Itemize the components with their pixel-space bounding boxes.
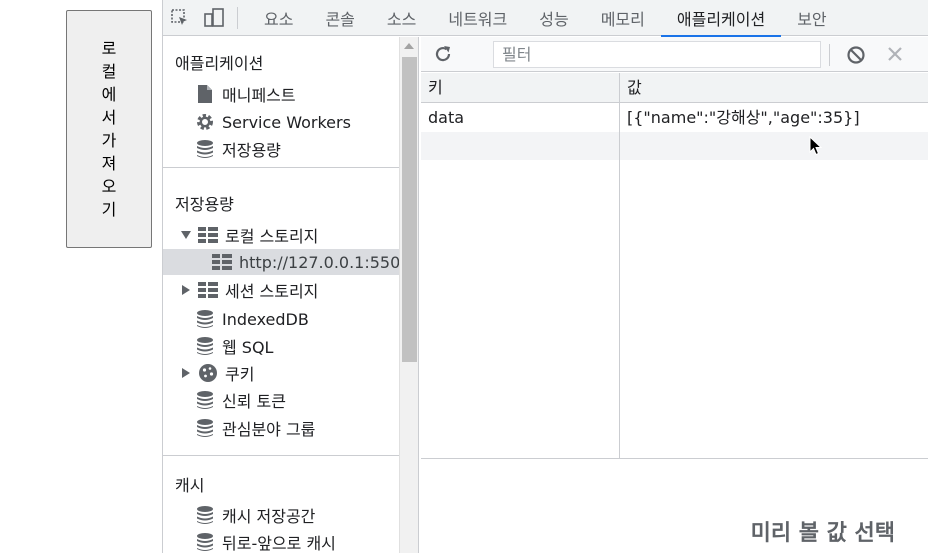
storage-main-panel: 키 값 data [{"name":"강해상","age":35}] 미리 볼 … (421, 37, 928, 553)
table-header: 키 값 (421, 73, 928, 103)
table-grid-icon (198, 225, 218, 245)
sidebar-item-label: 관심분야 그룹 (222, 420, 316, 439)
sidebar-item-label: 로컬 스토리지 (225, 227, 319, 246)
tab-4[interactable]: 성능 (523, 0, 584, 36)
sidebar-item-service-workers[interactable]: Service Workers (163, 109, 399, 135)
sidebar-scrollbar[interactable] (399, 37, 419, 553)
database-icon (195, 336, 215, 356)
clear-all-icon[interactable] (846, 45, 866, 69)
scroll-up-arrow-icon[interactable] (404, 43, 414, 49)
devtools-panel: 요소 콘솔 소스 네트워크 성능 메모리 애플리케이션 보안 애플리케이션 매니페스트 Ser… (162, 0, 928, 553)
table-grid-icon (198, 280, 218, 300)
toolbar-divider (237, 6, 238, 29)
sidebar-item-cache-storage[interactable]: 캐시 저장공간 (163, 502, 399, 528)
delete-selected-icon[interactable] (886, 45, 904, 67)
tab-7[interactable]: 보안 (781, 0, 842, 36)
column-header-value[interactable]: 값 (620, 73, 928, 103)
sidebar-item-label: 저장용량 (222, 141, 281, 160)
storage-table: 키 값 data [{"name":"강해상","age":35}] (421, 73, 928, 459)
table-row-empty[interactable] (421, 132, 928, 160)
tab-list: 요소 콘솔 소스 네트워크 성능 메모리 애플리케이션 보안 (248, 0, 843, 37)
tab-0[interactable]: 요소 (248, 0, 309, 36)
application-section-header: 애플리케이션 (175, 54, 264, 73)
sidebar-item-label: Service Workers (222, 112, 351, 132)
table-grid-icon (212, 252, 232, 272)
load-button-char: 가 (101, 131, 117, 150)
sidebar-item-label: 쿠키 (225, 365, 255, 384)
preview-placeholder: 미리 볼 값 선택 (750, 521, 895, 546)
row-key[interactable]: data (421, 104, 619, 132)
section-divider (163, 167, 399, 168)
database-icon (195, 505, 215, 525)
storage-toolbar (421, 37, 928, 72)
sidebar-item-label: 신뢰 토큰 (222, 392, 286, 411)
sidebar-item-interest-groups[interactable]: 관심분야 그룹 (163, 415, 399, 441)
tab-5[interactable]: 메모리 (585, 0, 661, 36)
inspect-element-icon[interactable] (163, 0, 197, 36)
sidebar-item-local-storage[interactable]: 로컬 스토리지 (163, 222, 399, 248)
tab-1[interactable]: 콘솔 (309, 0, 370, 36)
load-button-char: 에 (101, 85, 117, 104)
storage-section-header: 저장용량 (175, 195, 234, 214)
devtools-tabbar: 요소 콘솔 소스 네트워크 성능 메모리 애플리케이션 보안 (163, 0, 928, 37)
sidebar-item-label: 뒤로-앞으로 캐시 (222, 534, 336, 553)
sidebar-item-label: 캐시 저장공간 (222, 507, 316, 526)
load-button-char: 로 (101, 39, 117, 58)
database-icon (195, 390, 215, 410)
sidebar-item-label: 세션 스토리지 (225, 282, 319, 301)
tab-6[interactable]: 애플리케이션 (660, 0, 782, 37)
sidebar-item-trust-tokens[interactable]: 신뢰 토큰 (163, 387, 399, 413)
section-divider (163, 455, 399, 456)
load-button-char: 기 (101, 200, 117, 219)
filter-input[interactable] (493, 41, 821, 68)
device-toolbar-icon[interactable] (197, 0, 231, 36)
sidebar-item-web-sql[interactable]: 웹 SQL (163, 333, 399, 359)
row-value[interactable]: [{"name":"강해상","age":35}] (620, 104, 928, 132)
cache-section-header: 캐시 (175, 476, 205, 495)
mouse-cursor-icon (809, 135, 823, 160)
load-button-char: 서 (101, 108, 117, 127)
triangle-right-icon[interactable] (180, 367, 192, 379)
file-icon (195, 84, 215, 104)
sidebar-item-local-storage-origin[interactable]: http://127.0.0.1:5502 (163, 249, 399, 275)
database-icon (195, 139, 215, 159)
column-divider (619, 73, 620, 459)
table-row[interactable]: data [{"name":"강해상","age":35}] (421, 104, 928, 132)
tab-3[interactable]: 네트워크 (432, 0, 523, 36)
sidebar-item-label: IndexedDB (222, 309, 309, 329)
sidebar-item-manifest[interactable]: 매니페스트 (163, 81, 399, 107)
sidebar-item-label: 웹 SQL (222, 338, 274, 357)
database-icon (195, 418, 215, 438)
load-from-local-button[interactable]: 로컬에서가져오기 (66, 10, 152, 248)
sidebar-item-label: 매니페스트 (222, 86, 296, 105)
triangle-right-icon[interactable] (180, 284, 192, 296)
sidebar-item-session-storage[interactable]: 세션 스토리지 (163, 277, 399, 303)
sidebar-item-storage[interactable]: 저장용량 (163, 136, 399, 162)
sidebar-item-label: http://127.0.0.1:5502 (239, 252, 399, 272)
database-icon (195, 309, 215, 329)
sidebar-item-cookies[interactable]: 쿠키 (163, 360, 399, 386)
sidebar-item-indexeddb[interactable]: IndexedDB (163, 306, 399, 332)
cookie-icon (198, 363, 218, 383)
tab-2[interactable]: 소스 (371, 0, 432, 36)
database-icon (195, 532, 215, 552)
load-button-char: 컬 (101, 62, 117, 81)
toolbar-divider (829, 44, 830, 66)
refresh-icon[interactable] (433, 44, 453, 68)
load-button-char: 오 (101, 177, 117, 196)
scrollbar-thumb[interactable] (402, 57, 417, 362)
load-button-char: 져 (101, 154, 117, 173)
triangle-down-icon[interactable] (180, 229, 192, 241)
gear-icon (195, 112, 215, 132)
column-header-key[interactable]: 키 (421, 73, 619, 103)
application-sidebar: 애플리케이션 매니페스트 Service Workers 저장용량 저장용량 로… (163, 37, 399, 553)
sidebar-item-back-forward-cache[interactable]: 뒤로-앞으로 캐시 (163, 529, 399, 553)
